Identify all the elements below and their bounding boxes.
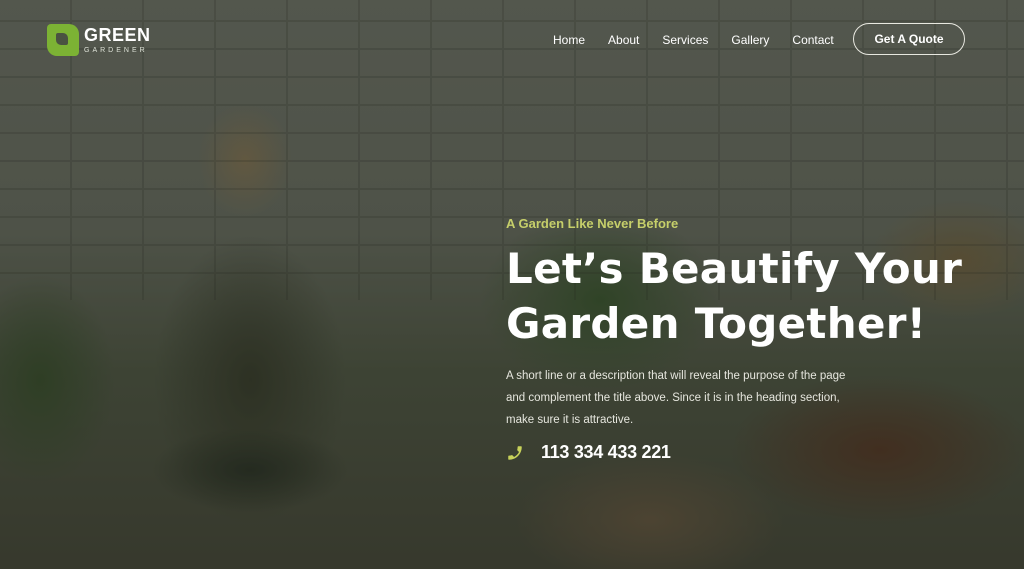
phone-contact[interactable]: 113 334 433 221 [506, 442, 1006, 463]
headline-line-2: Garden Together! [506, 299, 927, 348]
phone-icon [506, 444, 524, 462]
phone-number: 113 334 433 221 [541, 442, 671, 462]
brand-name: GREEN [84, 25, 151, 45]
main-nav: Home About Services Gallery Contact [553, 33, 857, 47]
hero-tagline: A Garden Like Never Before [506, 216, 679, 231]
logo-text: GREEN GARDENER [84, 26, 151, 54]
nav-contact[interactable]: Contact [792, 33, 833, 47]
nav-about[interactable]: About [608, 33, 639, 47]
nav-services[interactable]: Services [662, 33, 708, 47]
headline-line-1: Let’s Beautify Your [506, 244, 963, 293]
hero-headline: Let’s Beautify Your Garden Together! [506, 241, 1006, 351]
hero-description: A short line or a description that will … [506, 370, 846, 426]
hero-content: A Garden Like Never Before Let’s Beautif… [506, 216, 1006, 463]
nav-gallery[interactable]: Gallery [731, 33, 769, 47]
brand-subtitle: GARDENER [84, 47, 148, 54]
brand-logo[interactable]: GREEN GARDENER [47, 24, 151, 56]
hero-section: GREEN GARDENER Home About Services Galle… [0, 0, 1024, 569]
nav-home[interactable]: Home [553, 33, 585, 47]
leaf-square-icon [47, 24, 79, 56]
get-a-quote-button[interactable]: Get A Quote [853, 23, 965, 55]
